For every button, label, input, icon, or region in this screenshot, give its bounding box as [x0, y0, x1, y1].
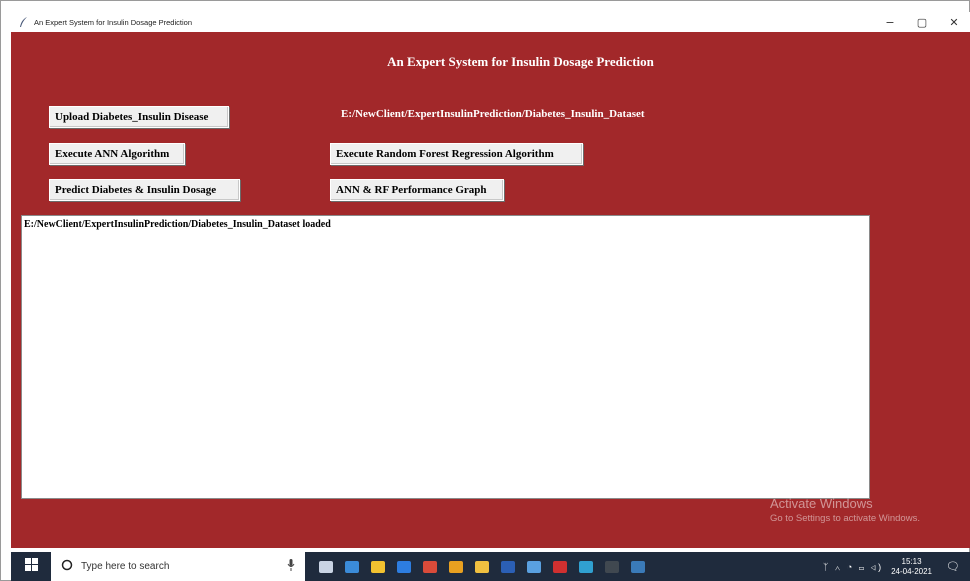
file-explorer-icon[interactable]	[469, 552, 495, 581]
window-controls: − ▢ ✕	[874, 12, 970, 32]
title-bar: An Expert System for Insulin Dosage Pred…	[11, 12, 970, 32]
execute-ann-button[interactable]: Execute ANN Algorithm	[49, 143, 185, 165]
clock[interactable]: 15:13 24-04-2021	[891, 557, 932, 577]
app-client-area: An Expert System for Insulin Dosage Pred…	[11, 32, 970, 548]
mail-icon[interactable]	[339, 552, 365, 581]
output-text: E:/NewClient/ExpertInsulinPrediction/Dia…	[24, 219, 331, 230]
windows-logo-icon	[24, 557, 38, 576]
notepad-icon[interactable]	[521, 552, 547, 581]
predict-dosage-button[interactable]: Predict Diabetes & Insulin Dosage	[49, 179, 240, 201]
page-title: An Expert System for Insulin Dosage Pred…	[387, 54, 654, 69]
word-icon[interactable]	[495, 552, 521, 581]
edge-icon[interactable]	[391, 552, 417, 581]
media-icon[interactable]	[573, 552, 599, 581]
chrome-icon[interactable]	[443, 552, 469, 581]
activation-title: Activate Windows	[770, 496, 873, 511]
terminal-icon[interactable]	[599, 552, 625, 581]
clock-time: 15:13	[901, 556, 922, 566]
search-icon	[61, 558, 73, 576]
performance-graph-button[interactable]: ANN & RF Performance Graph	[330, 179, 504, 201]
maximize-button[interactable]: ▢	[906, 12, 938, 32]
python-icon[interactable]	[625, 552, 651, 581]
activation-subtitle: Go to Settings to activate Windows.	[770, 513, 920, 524]
system-tray: ᛉ ∧ ◔ ▭ ◁) 15:13 24-04-2021 🗨	[823, 552, 970, 581]
upload-dataset-button[interactable]: Upload Diabetes_Insulin Disease	[49, 106, 229, 128]
feather-icon	[17, 16, 29, 28]
store-icon[interactable]	[365, 552, 391, 581]
search-placeholder: Type here to search	[81, 561, 170, 572]
activation-watermark: Activate Windows Go to Settings to activ…	[770, 496, 920, 524]
task-view-icon[interactable]	[313, 552, 339, 581]
notification-icon[interactable]: 🗨	[942, 560, 964, 573]
window-title: An Expert System for Insulin Dosage Pred…	[34, 17, 192, 27]
taskbar: Type here to search ᛉ ∧ ◔ ▭ ◁) 15:13 24-…	[11, 552, 970, 581]
taskbar-search[interactable]: Type here to search	[51, 552, 305, 581]
start-button[interactable]	[11, 552, 51, 581]
close-button[interactable]: ✕	[938, 12, 970, 32]
clock-date: 24-04-2021	[891, 566, 932, 576]
dataset-path-label: E:/NewClient/ExpertInsulinPrediction/Dia…	[341, 108, 645, 120]
photos-icon[interactable]	[417, 552, 443, 581]
execute-random-forest-button[interactable]: Execute Random Forest Regression Algorit…	[330, 143, 583, 165]
taskbar-apps	[313, 552, 651, 581]
paint-icon[interactable]	[547, 552, 573, 581]
tray-icons[interactable]: ᛉ ∧ ◔ ▭ ◁)	[823, 562, 883, 572]
minimize-button[interactable]: −	[874, 12, 906, 32]
microphone-icon[interactable]	[287, 558, 295, 576]
output-textarea[interactable]: E:/NewClient/ExpertInsulinPrediction/Dia…	[21, 215, 870, 499]
